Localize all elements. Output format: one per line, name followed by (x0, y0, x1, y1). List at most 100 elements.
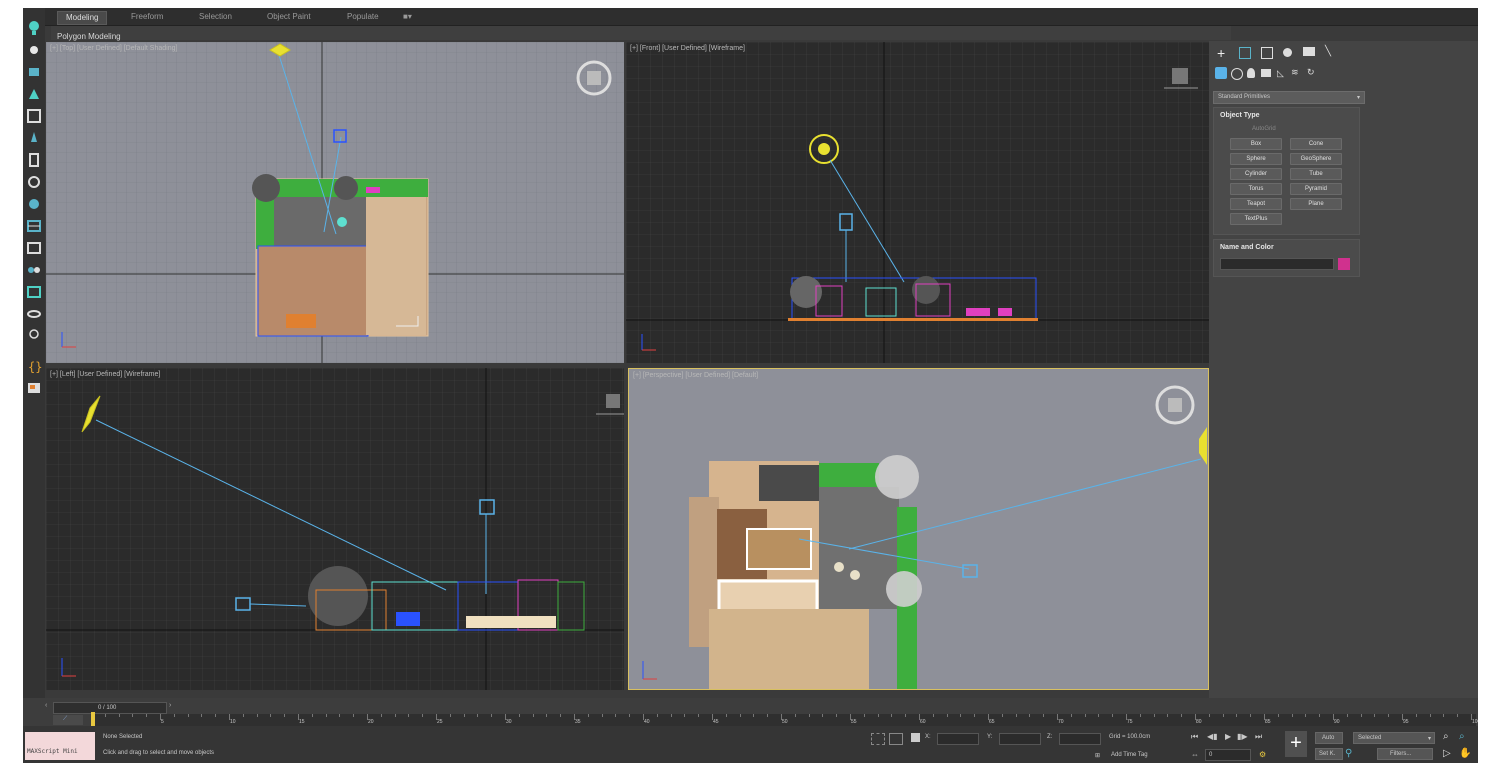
isolate-icon[interactable] (871, 733, 885, 745)
viewcube-icon[interactable] (574, 58, 614, 98)
frame-buffer-icon[interactable] (26, 380, 42, 396)
key-filter-dropdown[interactable]: Selected ▾ (1353, 732, 1435, 744)
render-frame-icon[interactable] (26, 108, 42, 124)
track-bar[interactable]: 0510152025303540455055606570758085909510… (91, 714, 1478, 726)
plane-button[interactable]: Plane (1290, 198, 1342, 210)
viewport-icon[interactable] (26, 240, 42, 256)
viewport-label-perspective[interactable]: [+] [Perspective] [User Defined] [Defaul… (633, 372, 758, 379)
layer-icon[interactable] (26, 284, 42, 300)
time-config-icon[interactable]: ⚙ (1259, 750, 1266, 759)
z-coordinate-field[interactable] (1059, 733, 1101, 745)
viewcube-icon[interactable] (1153, 383, 1197, 427)
modify-tab-icon[interactable] (1239, 47, 1251, 59)
cylinder-button[interactable]: Cylinder (1230, 168, 1282, 180)
material-icon[interactable] (26, 196, 42, 212)
document-icon[interactable] (26, 152, 42, 168)
create-tab-icon[interactable]: + (1217, 45, 1225, 61)
ribbon-options-icon[interactable]: ■▾ (395, 11, 420, 23)
tab-freeform[interactable]: Freeform (123, 11, 171, 23)
viewport-top[interactable]: [+] [Top] [User Defined] [Default Shadin… (46, 42, 624, 363)
geometry-icon[interactable] (1215, 67, 1227, 79)
polygon-modeling-label[interactable]: Polygon Modeling (51, 32, 121, 41)
viewport-perspective[interactable]: [+] [Perspective] [User Defined] [Defaul… (628, 368, 1209, 690)
viewcube-icon[interactable] (596, 390, 624, 420)
set-key-plus-icon[interactable]: + (1285, 731, 1307, 757)
mini-curve-toggle[interactable]: ⟋ (53, 715, 83, 725)
tab-populate[interactable]: Populate (339, 11, 387, 23)
rollout-title[interactable]: Name and Color (1220, 244, 1274, 251)
rotate-icon[interactable] (26, 174, 42, 190)
teapot-button[interactable]: Teapot (1230, 198, 1282, 210)
x-coordinate-field[interactable] (937, 733, 979, 745)
cameras-icon[interactable] (1261, 69, 1271, 77)
box-button[interactable]: Box (1230, 138, 1282, 150)
motion-tab-icon[interactable] (1283, 48, 1292, 57)
tag-icon[interactable]: ⊞ (1095, 752, 1100, 759)
slider-next-icon[interactable]: › (169, 702, 171, 709)
light-bulb-icon[interactable] (26, 20, 42, 36)
y-coordinate-field[interactable] (999, 733, 1041, 745)
slider-prev-icon[interactable]: ‹ (45, 702, 47, 709)
helpers-icon[interactable]: ◺ (1277, 68, 1284, 79)
bulb-outline-icon[interactable] (26, 328, 42, 344)
viewport-label-front[interactable]: [+] [Front] [User Defined] [Wireframe] (630, 45, 745, 52)
key-mode-icon[interactable]: ⇔ (1191, 750, 1199, 759)
hierarchy-icon[interactable] (26, 262, 42, 278)
object-name-field[interactable] (1220, 258, 1334, 270)
align-icon[interactable] (26, 218, 42, 234)
display-tab-icon[interactable] (1303, 47, 1315, 56)
filters-button[interactable]: Filters... (1377, 748, 1433, 760)
shapes-icon[interactable] (1231, 68, 1243, 80)
create-icon[interactable] (26, 64, 42, 80)
cone-button[interactable]: Cone (1290, 138, 1342, 150)
maxscript-listener[interactable]: MAXScript Mini (25, 732, 95, 760)
lights-icon[interactable] (1247, 68, 1255, 78)
pen-icon[interactable] (26, 130, 42, 146)
go-to-end-icon[interactable]: ⏭ (1255, 732, 1262, 742)
time-slider[interactable]: 0 / 100 (53, 702, 167, 714)
tab-modeling[interactable]: Modeling (57, 11, 108, 25)
zoom-all-icon[interactable]: ⌕ (1459, 731, 1465, 742)
field-of-view-icon[interactable]: ▷ (1443, 748, 1451, 759)
textplus-button[interactable]: TextPlus (1230, 213, 1282, 225)
viewport-label-left[interactable]: [+] [Left] [User Defined] [Wireframe] (50, 371, 160, 378)
paint-icon[interactable] (26, 86, 42, 102)
viewcube-icon[interactable] (1164, 64, 1198, 94)
timeline-tick-label: 95 (1403, 719, 1409, 725)
viewport-left[interactable]: [+] [Left] [User Defined] [Wireframe] (46, 368, 624, 690)
torus-button[interactable]: Torus (1230, 183, 1282, 195)
selection-lock-icon[interactable] (889, 733, 903, 745)
viewport-label-top[interactable]: [+] [Top] [User Defined] [Default Shadin… (50, 45, 177, 52)
zoom-icon[interactable]: ⌕ (1443, 731, 1449, 742)
pyramid-button[interactable]: Pyramid (1290, 183, 1342, 195)
rollout-title[interactable]: Object Type (1220, 112, 1260, 119)
geosphere-button[interactable]: GeoSphere (1290, 153, 1342, 165)
play-icon[interactable]: ▶ (1225, 732, 1231, 741)
absolute-mode-icon[interactable] (911, 733, 920, 742)
tab-object-paint[interactable]: Object Paint (259, 11, 319, 23)
orbit-icon[interactable] (26, 306, 42, 322)
add-time-tag[interactable]: Add Time Tag (1111, 752, 1148, 758)
sphere-button[interactable]: Sphere (1230, 153, 1282, 165)
key-filter-icon[interactable]: ⚲ (1345, 748, 1352, 759)
go-to-start-icon[interactable]: ⏮ (1191, 732, 1198, 742)
current-frame-field[interactable]: 0 (1205, 749, 1251, 761)
set-key-button[interactable]: Set K. (1315, 748, 1343, 760)
next-frame-icon[interactable]: ▮▶ (1237, 732, 1248, 741)
utilities-tab-icon[interactable]: ╲ (1325, 46, 1331, 57)
sun-icon[interactable] (26, 42, 42, 58)
tab-selection[interactable]: Selection (191, 11, 240, 23)
primitive-type-dropdown[interactable]: Standard Primitives ▾ (1213, 91, 1365, 104)
auto-key-button[interactable]: Auto (1315, 732, 1343, 744)
time-cursor[interactable] (91, 712, 95, 726)
pan-hand-icon[interactable]: ✋ (1459, 748, 1471, 759)
object-color-swatch[interactable] (1338, 258, 1350, 270)
autogrid-checkbox[interactable]: AutoGrid (1252, 126, 1276, 132)
script-icon[interactable]: {} (26, 358, 42, 374)
hierarchy-tab-icon[interactable] (1261, 47, 1273, 59)
viewport-front[interactable]: [+] [Front] [User Defined] [Wireframe] (626, 42, 1209, 363)
systems-icon[interactable]: ↻ (1307, 67, 1315, 78)
previous-frame-icon[interactable]: ◀▮ (1207, 732, 1218, 741)
spacewarps-icon[interactable]: ≋ (1291, 67, 1299, 78)
tube-button[interactable]: Tube (1290, 168, 1342, 180)
